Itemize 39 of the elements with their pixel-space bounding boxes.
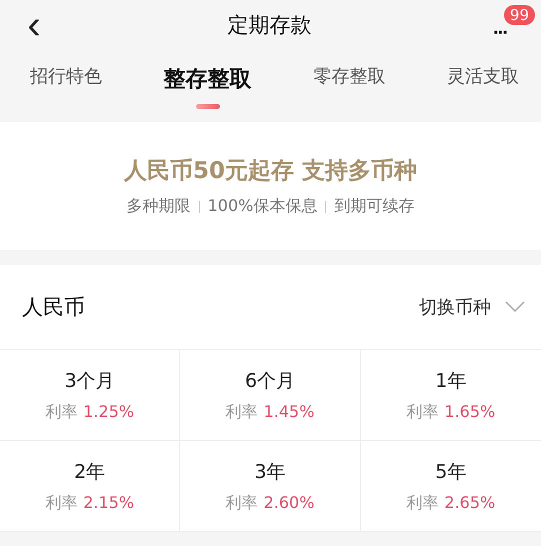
rate-value: 1.25% (83, 402, 134, 420)
term-option[interactable]: 3个月 利率 1.25% (0, 350, 180, 441)
term-option[interactable]: 5年 利率 2.65% (360, 441, 541, 532)
rate-label: 利率 (226, 492, 258, 514)
term-option[interactable]: 6个月 利率 1.45% (180, 350, 361, 441)
term-label: 2年 (74, 460, 106, 484)
term-option[interactable]: 2年 利率 2.15% (0, 441, 180, 532)
rate-value: 2.60% (264, 492, 314, 512)
rate-value: 2.65% (444, 492, 496, 512)
term-option[interactable]: 1年 利率 1.65% (360, 350, 541, 441)
rate-label: 利率 (406, 402, 438, 422)
feature-text: 多种期限 (126, 196, 191, 217)
more-button[interactable]: ··· (493, 22, 507, 45)
term-label: 5年 (435, 460, 466, 484)
feature-text: 100%保本保息 (208, 196, 318, 217)
rate-value: 1.45% (264, 402, 314, 420)
back-button[interactable]: ‹ (22, 5, 46, 45)
term-label: 1年 (435, 368, 466, 394)
term-label: 3年 (254, 460, 286, 484)
currency-label: 人民币 (22, 294, 85, 321)
term-label: 3个月 (64, 368, 115, 394)
promo-headline: 人民币50元起存 支持多币种 (124, 157, 417, 186)
rate-value: 1.65% (444, 402, 496, 420)
rate-label: 利率 (45, 402, 78, 422)
term-label: 6个月 (244, 368, 296, 394)
tab[interactable]: 灵活支取 (446, 50, 519, 122)
page-title: 定期存款 (228, 12, 312, 39)
rate-label: 利率 (406, 492, 438, 514)
notification-badge: 99 (504, 5, 535, 25)
currency-switch[interactable]: 切换币种 (419, 295, 525, 319)
chevron-down-icon (505, 301, 525, 313)
term-option[interactable]: 3年 利率 2.60% (180, 441, 361, 532)
tab[interactable]: 招行特色 (30, 50, 102, 122)
feature-text: 到期可续存 (334, 196, 414, 217)
tab[interactable]: 零存整取 (313, 50, 386, 122)
rate-label: 利率 (45, 492, 78, 514)
tab[interactable]: 整存整取 (164, 50, 252, 122)
rate-value: 2.15% (83, 492, 134, 512)
rate-label: 利率 (226, 402, 258, 422)
